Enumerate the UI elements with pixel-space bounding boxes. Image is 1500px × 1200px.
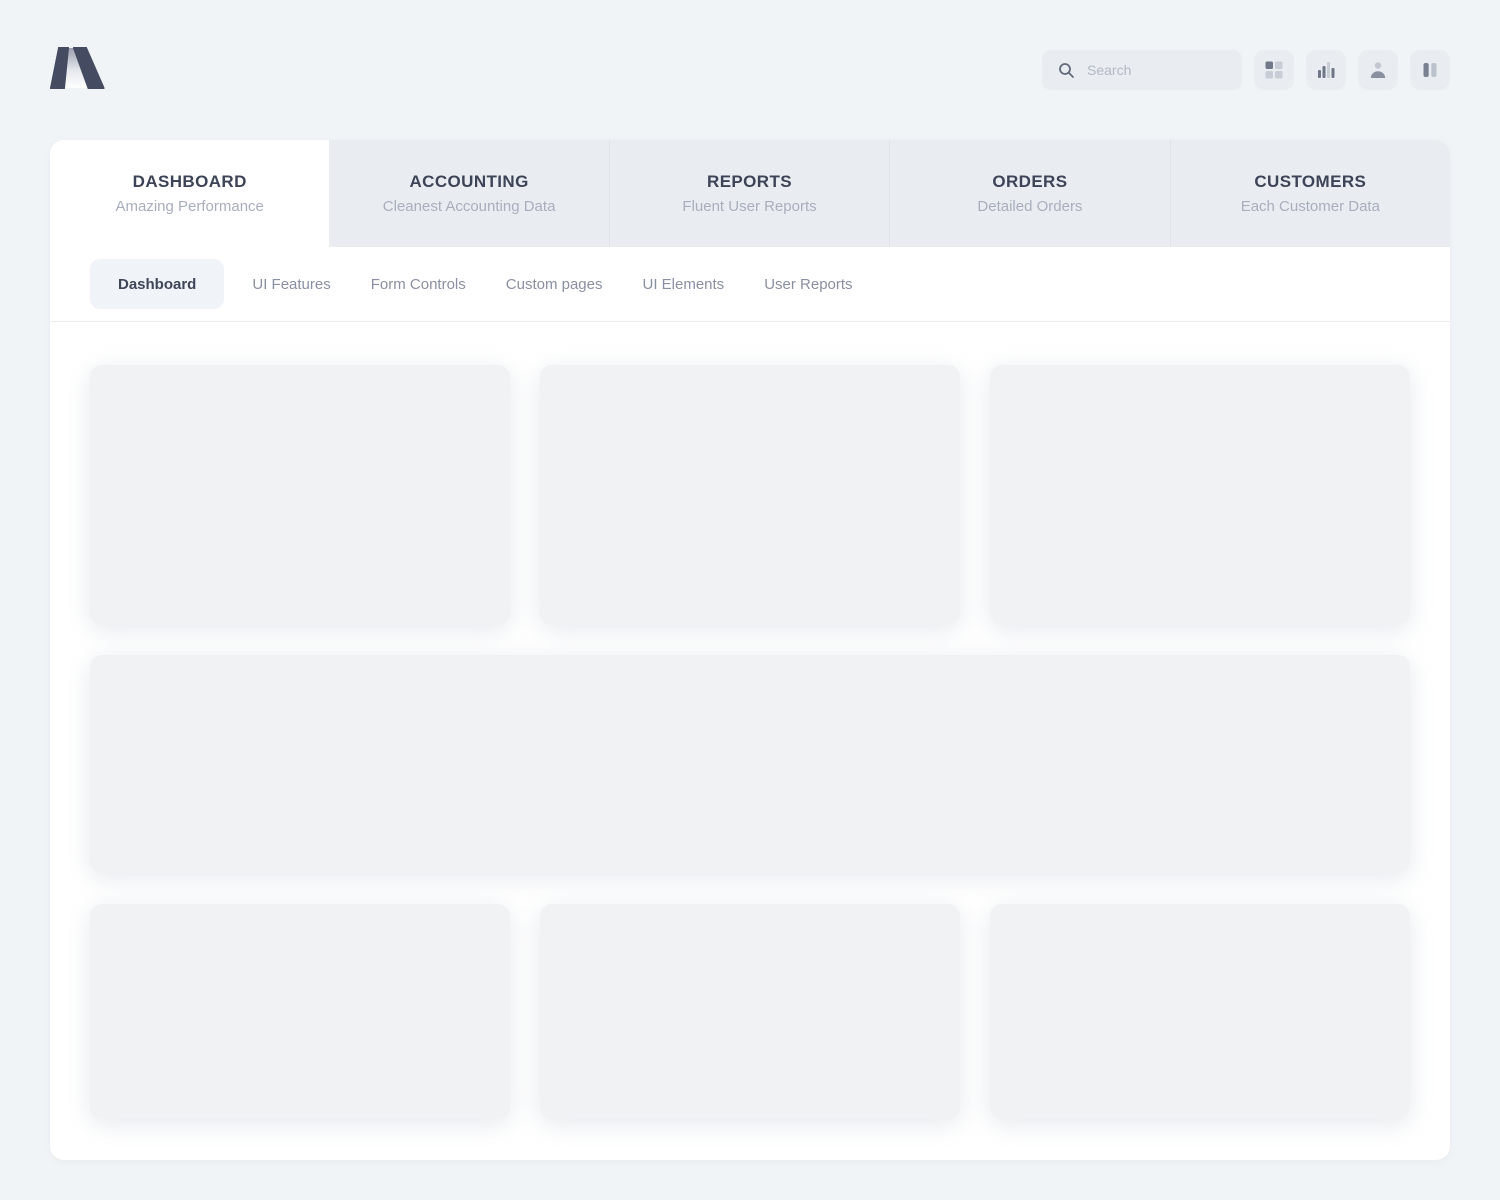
- tab-subtitle: Fluent User Reports: [682, 198, 816, 215]
- secondary-nav: Dashboard UI Features Form Controls Cust…: [50, 247, 1450, 322]
- top-bar-actions: [1042, 50, 1450, 90]
- tab-title: CUSTOMERS: [1254, 172, 1366, 192]
- top-bar: [0, 0, 1500, 140]
- primary-tabs: DASHBOARD Amazing Performance ACCOUNTING…: [50, 140, 1450, 247]
- tab-subtitle: Cleanest Accounting Data: [383, 198, 556, 215]
- tab-subtitle: Each Customer Data: [1241, 198, 1380, 215]
- tab-title: REPORTS: [707, 172, 792, 192]
- tab-subtitle: Detailed Orders: [977, 198, 1082, 215]
- bar-chart-icon: [1315, 59, 1337, 81]
- tab-title: ACCOUNTING: [410, 172, 529, 192]
- placeholder-card: [990, 904, 1410, 1119]
- search-input[interactable]: [1085, 61, 1230, 79]
- main-panel: DASHBOARD Amazing Performance ACCOUNTING…: [50, 140, 1450, 1160]
- subnav-item-ui-elements[interactable]: UI Elements: [622, 259, 744, 309]
- grid-icon: [1263, 59, 1285, 81]
- tab-customers[interactable]: CUSTOMERS Each Customer Data: [1170, 140, 1450, 247]
- analytics-button[interactable]: [1306, 50, 1346, 90]
- app-logo[interactable]: [50, 51, 108, 89]
- content-area: [50, 322, 1450, 1160]
- search-icon: [1058, 62, 1075, 79]
- m-logo-icon: [50, 47, 108, 89]
- layout-button[interactable]: [1410, 50, 1450, 90]
- card-row-middle: [90, 655, 1410, 873]
- card-row-top: [90, 365, 1410, 625]
- subnav-item-form-controls[interactable]: Form Controls: [351, 259, 486, 309]
- tab-dashboard[interactable]: DASHBOARD Amazing Performance: [50, 140, 329, 247]
- profile-button[interactable]: [1358, 50, 1398, 90]
- placeholder-card: [990, 365, 1410, 625]
- subnav-item-custom-pages[interactable]: Custom pages: [486, 259, 623, 309]
- placeholder-card: [90, 904, 510, 1119]
- tab-title: DASHBOARD: [133, 172, 247, 192]
- tab-title: ORDERS: [992, 172, 1067, 192]
- placeholder-card: [540, 904, 960, 1119]
- placeholder-card: [90, 365, 510, 625]
- subnav-item-ui-features[interactable]: UI Features: [232, 259, 350, 309]
- search-box[interactable]: [1042, 50, 1242, 90]
- user-icon: [1367, 59, 1389, 81]
- subnav-item-dashboard[interactable]: Dashboard: [90, 259, 224, 309]
- tab-reports[interactable]: REPORTS Fluent User Reports: [609, 140, 889, 247]
- subnav-item-user-reports[interactable]: User Reports: [744, 259, 872, 309]
- tab-orders[interactable]: ORDERS Detailed Orders: [889, 140, 1169, 247]
- tab-accounting[interactable]: ACCOUNTING Cleanest Accounting Data: [329, 140, 608, 247]
- card-row-bottom: [90, 904, 1410, 1119]
- tab-subtitle: Amazing Performance: [116, 198, 264, 215]
- placeholder-card-wide: [90, 655, 1410, 873]
- columns-icon: [1419, 59, 1441, 81]
- grid-button[interactable]: [1254, 50, 1294, 90]
- placeholder-card: [540, 365, 960, 625]
